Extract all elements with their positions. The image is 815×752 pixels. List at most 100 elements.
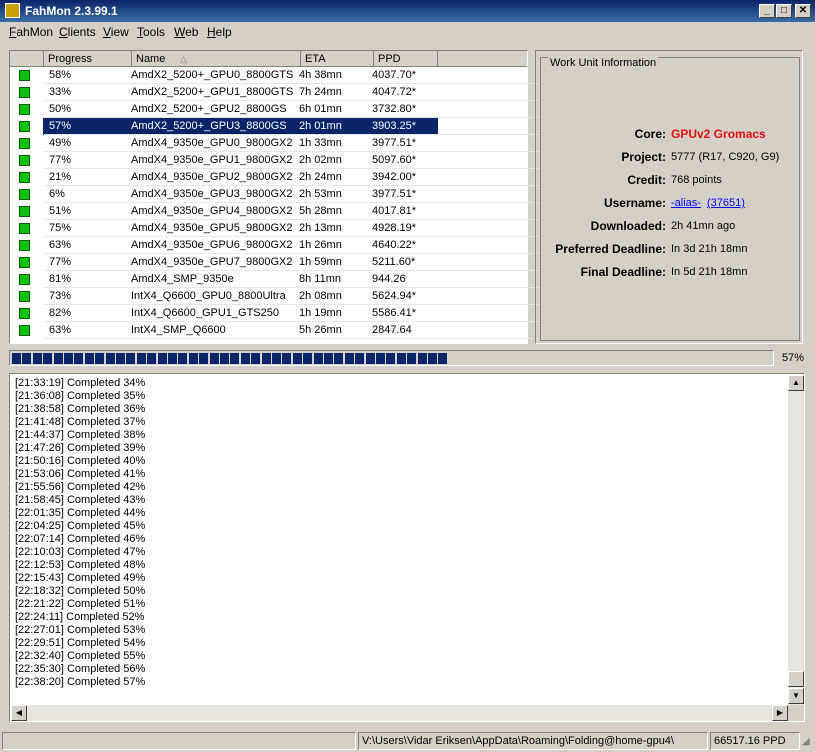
progress-block xyxy=(199,353,209,364)
client-eta: 5h 28mn xyxy=(299,205,342,217)
client-row[interactable]: 63% IntX4_SMP_Q6600 5h 26mn 2847.64 xyxy=(10,322,527,339)
progress-block xyxy=(334,353,344,364)
menu-tools[interactable]: Tools xyxy=(137,25,165,39)
progress-block xyxy=(126,353,136,364)
work-unit-title: Work Unit Information xyxy=(548,57,659,69)
column-header-status[interactable] xyxy=(10,51,44,67)
log-line: [22:24:11] Completed 52% xyxy=(15,611,145,623)
client-row[interactable]: 50% AmdX2_5200+_GPU2_8800GS 6h 01mn 3732.80… xyxy=(10,101,527,118)
scroll-thumb[interactable] xyxy=(788,671,804,687)
scroll-right-icon[interactable]: ▶ xyxy=(772,705,788,721)
scroll-down-icon[interactable]: ▼ xyxy=(788,688,804,704)
sort-arrow-icon: △ xyxy=(180,54,187,64)
progress-block xyxy=(240,353,250,364)
client-ppd: 4047.72* xyxy=(372,86,417,98)
minimize-icon[interactable]: _ xyxy=(759,4,775,18)
maximize-icon[interactable]: □ xyxy=(776,4,792,18)
status-bar: V:\Users\Vidar Eriksen\AppData\Roaming\F… xyxy=(0,730,815,752)
wu-label: Username: xyxy=(603,196,666,210)
progress-block xyxy=(386,353,396,364)
status-square-icon xyxy=(19,189,30,200)
client-eta: 1h 26mn xyxy=(299,239,342,251)
log-line: [21:36:08] Completed 35% xyxy=(15,390,146,402)
client-progress: 58% xyxy=(49,69,72,81)
log-line: [21:58:45] Completed 43% xyxy=(15,494,146,506)
client-eta: 2h 08mn xyxy=(299,290,342,302)
client-row[interactable]: 77% AmdX4_9350e_GPU7_9800GX2 1h 59mn 5211.6… xyxy=(10,254,527,271)
client-row[interactable]: 63% AmdX4_9350e_GPU6_9800GX2 1h 26mn 4640.2… xyxy=(10,237,527,254)
client-eta: 2h 24mn xyxy=(299,171,342,183)
client-row[interactable]: 21% AmdX4_9350e_GPU2_9800GX2 2h 24mn 3942.0… xyxy=(10,169,527,186)
username-link[interactable]: -alias- xyxy=(671,197,701,209)
client-row[interactable]: 75% AmdX4_9350e_GPU5_9800GX2 2h 13mn 4928.1… xyxy=(10,220,527,237)
log-vertical-scrollbar[interactable]: ▲ ▼ xyxy=(788,375,804,705)
resize-grip-icon[interactable]: ◢ xyxy=(802,736,810,747)
client-name: AmdX4_9350e_GPU2_9800GX2 xyxy=(131,171,293,183)
client-name: AmdX4_9350e_GPU4_9800GX2 xyxy=(131,205,293,217)
client-row[interactable]: 77% AmdX4_9350e_GPU1_9800GX2 2h 02mn 5097.6… xyxy=(10,152,527,169)
column-header-name[interactable]: Name △ xyxy=(132,51,301,67)
client-ppd: 5211.60* xyxy=(372,256,416,268)
progress-block xyxy=(209,353,219,364)
progress-block xyxy=(417,353,427,364)
status-square-icon xyxy=(19,325,30,336)
progress-block xyxy=(261,353,271,364)
client-ppd: 3977.51* xyxy=(372,188,417,200)
client-ppd: 4928.19* xyxy=(372,222,417,234)
client-name: AmdX2_5200+_GPU0_8800GTS xyxy=(131,69,294,81)
wu-value: In 5d 21h 18mn xyxy=(671,266,748,278)
progress-percent: 57% xyxy=(782,352,805,364)
progress-block xyxy=(282,353,292,364)
client-row[interactable]: 33% AmdX2_5200+_GPU1_8800GTS 7h 24mn 4047.7… xyxy=(10,84,527,101)
column-header-eta[interactable]: ETA xyxy=(301,51,374,67)
client-row[interactable]: 82% IntX4_Q6600_GPU1_GTS250 1h 19mn 5586.41… xyxy=(10,305,527,322)
client-name: AmdX2_5200+_GPU1_8800GTS xyxy=(131,86,294,98)
progress-block xyxy=(53,353,63,364)
client-ppd: 944.26 xyxy=(372,273,406,285)
client-progress: 49% xyxy=(49,137,72,149)
client-progress: 82% xyxy=(49,307,72,319)
client-row[interactable]: 57% AmdX2_5200+_GPU3_8800GS 2h 01mn 3903.25… xyxy=(10,118,527,135)
client-ppd: 5097.60* xyxy=(372,154,417,166)
client-row[interactable]: 73% IntX4_Q6600_GPU0_8800Ultra 2h 08mn 5624… xyxy=(10,288,527,305)
client-progress: 81% xyxy=(49,273,72,285)
client-ppd: 4037.70* xyxy=(372,69,417,81)
client-eta: 6h 01mn xyxy=(299,103,342,115)
client-row[interactable]: 51% AmdX4_9350e_GPU4_9800GX2 5h 28mn 4017.8… xyxy=(10,203,527,220)
log-line: [22:35:30] Completed 56% xyxy=(15,663,146,675)
title-bar: FahMon 2.3.99.1 _ □ ✕ xyxy=(0,0,815,22)
status-square-icon xyxy=(19,257,30,268)
scroll-left-icon[interactable]: ◀ xyxy=(11,705,27,721)
progress-block xyxy=(95,353,105,364)
column-header-name-label: Name xyxy=(136,53,166,65)
client-name: IntX4_SMP_Q6600 xyxy=(131,324,226,336)
menu-view[interactable]: View xyxy=(103,25,129,39)
client-row[interactable]: 6% AmdX4_9350e_GPU3_9800GX2 2h 53mn 3977.51… xyxy=(10,186,527,203)
column-header-ppd[interactable]: PPD xyxy=(374,51,438,67)
column-header-progress[interactable]: Progress xyxy=(44,51,132,67)
menu-web[interactable]: Web xyxy=(174,25,198,39)
menu-help[interactable]: Help xyxy=(207,25,232,39)
user-id-link[interactable]: (37651) xyxy=(707,197,745,209)
client-ppd: 3977.51* xyxy=(372,137,417,149)
client-row[interactable]: 49% AmdX4_9350e_GPU0_9800GX2 1h 33mn 3977.5… xyxy=(10,135,527,152)
scroll-up-icon[interactable]: ▲ xyxy=(788,375,804,391)
close-icon[interactable]: ✕ xyxy=(795,4,811,18)
progress-block xyxy=(292,353,302,364)
client-ppd: 2847.64 xyxy=(372,324,412,336)
client-row[interactable]: 81% AmdX4_SMP_9350e 8h 11mn 944.26 xyxy=(10,271,527,288)
client-list[interactable]: Progress Name △ ETA PPD 58% AmdX2_5200+_G… xyxy=(9,50,538,344)
client-row[interactable]: 58% AmdX2_5200+_GPU0_8800GTS 4h 38mn 4037.7… xyxy=(10,67,527,84)
log-panel[interactable]: [21:33:19] Completed 34% [21:36:08] Compl… xyxy=(9,373,805,722)
progress-block xyxy=(168,353,177,364)
menu-fahmon[interactable]: FahMon xyxy=(9,25,53,39)
client-ppd: 3732.80* xyxy=(372,103,417,115)
wu-label: Downloaded: xyxy=(590,219,666,233)
log-line: [22:15:43] Completed 49% xyxy=(15,572,146,584)
progress-block xyxy=(396,353,406,364)
menu-clients[interactable]: Clients xyxy=(59,25,96,39)
menu-bar: FahMon Clients View Tools Web Help xyxy=(0,22,815,42)
log-horizontal-scrollbar[interactable]: ◀ ▶ xyxy=(11,705,788,721)
client-name: IntX4_Q6600_GPU1_GTS250 xyxy=(131,307,279,319)
progress-block xyxy=(272,353,281,364)
